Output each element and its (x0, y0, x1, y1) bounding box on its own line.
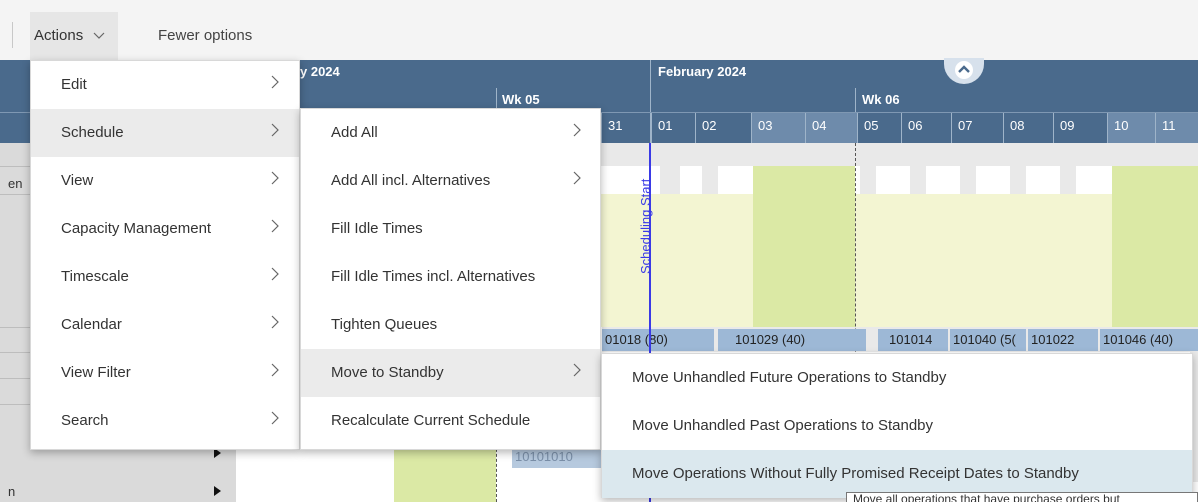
day-label: 04 (805, 113, 857, 143)
week-label: Wk 06 (862, 92, 900, 107)
month-label: y 2024 (300, 64, 340, 79)
day-label: 05 (857, 113, 901, 143)
menu-item-fill-idle-times[interactable]: Fill Idle Times (301, 205, 600, 253)
weekend-band (753, 166, 855, 327)
gantt-bar[interactable]: 101029 (40) (718, 329, 866, 351)
calendar-band (910, 166, 926, 194)
menu-item-tighten-queues[interactable]: Tighten Queues (301, 301, 600, 349)
menu-item-label: View (61, 172, 94, 189)
day-label: 07 (951, 113, 1003, 143)
menu-item-label: Fill Idle Times incl. Alternatives (331, 268, 536, 285)
gantt-bar-label: 101029 (40) (735, 332, 806, 347)
day-label: 09 (1053, 113, 1107, 143)
chevron-right-icon (271, 301, 279, 349)
day-label: 31 (601, 113, 651, 143)
menu-item-label: Tighten Queues (331, 316, 438, 333)
resource-label: n (8, 484, 16, 499)
gantt-bar[interactable]: 101040 (5( (950, 329, 1026, 351)
menu-item-search[interactable]: Search (31, 397, 299, 445)
menu-item-recalculate-current-schedule[interactable]: Recalculate Current Schedule (301, 397, 600, 445)
chevron-right-icon (271, 61, 279, 109)
menu-item-timescale[interactable]: Timescale (31, 253, 299, 301)
day-label: 03 (751, 113, 805, 143)
day-label: 08 (1003, 113, 1053, 143)
menu-item-label: Add All (331, 124, 378, 141)
schedule-submenu: Add All Add All incl. Alternatives Fill Id… (300, 108, 601, 450)
actions-menu: Edit Schedule View Capacity Management Times… (30, 60, 300, 450)
menu-item-label: View Filter (61, 364, 131, 381)
calendar-band (960, 166, 976, 194)
menu-item-label: Schedule (61, 124, 124, 141)
chevron-right-icon (271, 205, 279, 253)
toolbar: Actions Fewer options (0, 0, 1198, 60)
chevron-right-icon (271, 253, 279, 301)
chevron-right-icon (573, 157, 581, 205)
scheduling-start-label: Scheduling Start (638, 178, 653, 274)
calendar-band (860, 166, 876, 194)
weekend-band (1112, 166, 1198, 327)
gantt-bar[interactable]: 101022 (1028, 329, 1098, 351)
menu-item-label: Move Unhandled Future Operations to Stan… (632, 369, 947, 386)
resource-label: en (8, 176, 23, 191)
menu-item-add-all[interactable]: Add All (301, 109, 600, 157)
chevron-right-icon (271, 109, 279, 157)
menu-item-schedule[interactable]: Schedule (31, 109, 299, 157)
day-label: 06 (901, 113, 951, 143)
app-root: Actions Fewer options y 2024 February 20… (0, 0, 1198, 502)
month-label: February 2024 (658, 64, 747, 79)
menu-item-label: Add All incl. Alternatives (331, 172, 491, 189)
menu-item-label: Edit (61, 76, 87, 93)
calendar-band (702, 166, 718, 194)
gantt-bar[interactable]: 101014 (878, 329, 948, 351)
gantt-bar[interactable]: 01018 (80) (602, 329, 714, 351)
menu-item-label: Capacity Management (61, 220, 212, 237)
menu-item-add-all-incl-alternatives[interactable]: Add All incl. Alternatives (301, 157, 600, 205)
menu-item-label: Move Operations Without Fully Promised R… (632, 465, 1079, 482)
menu-item-move-unhandled-past-operations-to-standby[interactable]: Move Unhandled Past Operations to Standb… (602, 402, 1192, 450)
chevron-right-icon (573, 109, 581, 157)
menu-item-view[interactable]: View (31, 157, 299, 205)
calendar-band (660, 166, 680, 194)
calendar-band (1010, 166, 1026, 194)
tooltip: Move all operations that have purchase o… (846, 492, 1198, 502)
gantt-bar[interactable]: 101046 (40) (1100, 329, 1198, 351)
menu-item-move-to-standby[interactable]: Move to Standby (301, 349, 600, 397)
chevron-right-icon (271, 157, 279, 205)
actions-label: Actions (34, 27, 84, 44)
week-label: Wk 05 (502, 92, 540, 107)
menu-item-label: Fill Idle Times (331, 220, 423, 237)
move-to-standby-submenu: Move Unhandled Future Operations to Stan… (601, 353, 1193, 498)
menu-item-label: Search (61, 412, 109, 429)
day-label: 02 (695, 113, 751, 143)
gantt-bar-label: 101014 (889, 332, 933, 347)
day-label: 11 (1155, 113, 1198, 143)
day-label: 10 (1107, 113, 1155, 143)
menu-item-fill-idle-times-incl-alternatives[interactable]: Fill Idle Times incl. Alternatives (301, 253, 600, 301)
triangle-right-icon[interactable] (214, 486, 221, 496)
actions-menu-button[interactable]: Actions (30, 12, 118, 60)
menu-item-label: Recalculate Current Schedule (331, 412, 531, 429)
menu-item-label: Move Unhandled Past Operations to Standb… (632, 417, 934, 434)
menu-item-label: Calendar (61, 316, 122, 333)
menu-item-edit[interactable]: Edit (31, 61, 299, 109)
menu-item-label: Move to Standby (331, 364, 444, 381)
calendar-band (1060, 166, 1076, 194)
chevron-right-icon (271, 349, 279, 397)
chevron-up-icon (955, 61, 973, 79)
chevron-down-icon (93, 12, 105, 60)
menu-item-label: Timescale (61, 268, 129, 285)
fewer-options-button[interactable]: Fewer options (158, 12, 252, 60)
menu-item-move-operations-without-fully-promised-receipt-dates-to-standby[interactable]: Move Operations Without Fully Promised R… (602, 450, 1192, 498)
chevron-right-icon (271, 397, 279, 445)
menu-item-capacity-management[interactable]: Capacity Management (31, 205, 299, 253)
menu-item-calendar[interactable]: Calendar (31, 301, 299, 349)
day-label: 01 (651, 113, 695, 143)
menu-item-view-filter[interactable]: View Filter (31, 349, 299, 397)
chevron-right-icon (573, 349, 581, 397)
toolbar-separator (12, 22, 13, 48)
menu-item-move-unhandled-future-operations-to-standby[interactable]: Move Unhandled Future Operations to Stan… (602, 354, 1192, 402)
